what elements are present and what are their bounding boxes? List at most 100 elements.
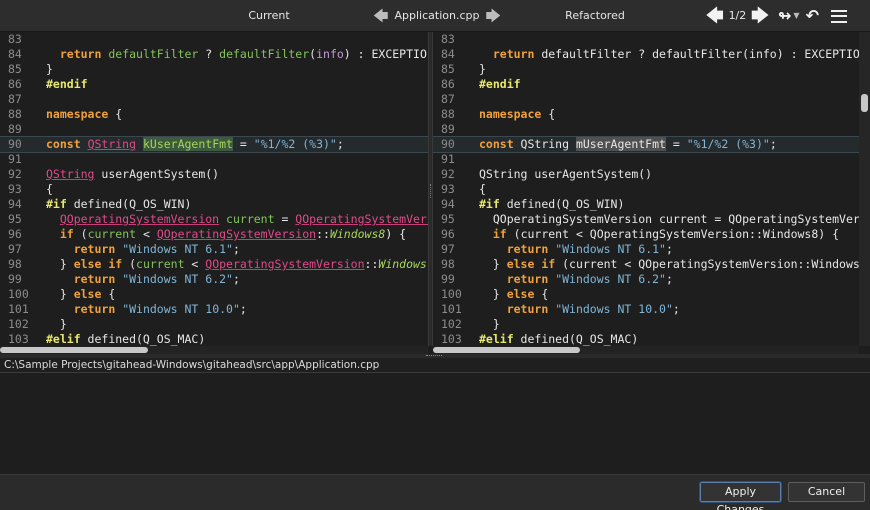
code-line[interactable]: 88 namespace { [433, 107, 860, 122]
vertical-scroll-thumb[interactable] [861, 94, 868, 112]
line-number: 103 [8, 332, 29, 346]
line-number: 90 [441, 137, 455, 151]
code-line[interactable]: 103 #elif defined(Q_OS_MAC) [0, 332, 428, 346]
code-line[interactable]: 100 } else { [433, 287, 860, 302]
code-line[interactable]: 83 [0, 32, 428, 47]
line-number: 96 [8, 227, 22, 241]
refactored-label: Refactored [565, 9, 625, 22]
line-number: 102 [8, 317, 29, 331]
splitter-grip[interactable] [430, 184, 431, 198]
next-change-icon[interactable]: 🡆 [751, 0, 769, 32]
code-line[interactable]: 97 return "Windows NT 6.1"; [0, 242, 428, 257]
code-token: ( [73, 227, 88, 241]
code-token: < [184, 257, 206, 271]
arrow-left-icon[interactable]: 🡄 [373, 0, 389, 32]
line-number: 91 [8, 152, 22, 166]
code-line[interactable]: 92 QString userAgentSystem() [433, 167, 860, 182]
code-line[interactable]: 87 [433, 92, 860, 107]
code-token: = [274, 212, 296, 226]
code-line[interactable]: 86 #endif [433, 77, 860, 92]
previous-change-icon[interactable]: 🡄 [706, 0, 724, 32]
refactored-editor[interactable]: 83 84 return defaultFilter ? defaultFilte… [433, 32, 860, 346]
left-horizontal-scrollbar[interactable] [0, 346, 428, 354]
current-editor[interactable]: 83 84 return defaultFilter ? defaultFilte… [0, 32, 428, 346]
code-line[interactable]: 88 namespace { [0, 107, 428, 122]
code-text: const QString kUserAgentFmt = "%1/%2 (%3… [36, 137, 344, 152]
code-line[interactable]: 102 } [0, 317, 428, 332]
code-line[interactable]: 93 { [433, 182, 860, 197]
code-token: } [46, 62, 53, 76]
code-line[interactable]: 91 [433, 152, 860, 167]
code-line[interactable]: 101 return "Windows NT 10.0"; [433, 302, 860, 317]
current-label: Current [248, 9, 290, 22]
line-number: 99 [441, 272, 455, 286]
line-number: 97 [8, 242, 22, 256]
cancel-button[interactable]: Cancel [788, 482, 865, 502]
code-line[interactable]: 91 [0, 152, 428, 167]
code-text: if (current < QOperatingSystemVersion::W… [469, 227, 839, 242]
code-token: return [73, 302, 116, 316]
code-line[interactable]: 99 return "Windows NT 6.2"; [433, 272, 860, 287]
code-line[interactable]: 96 if (current < QOperatingSystemVersion… [0, 227, 428, 242]
line-number: 101 [8, 302, 29, 316]
merge-arrows-icon[interactable]: ↬ [778, 0, 791, 32]
left-scroll-thumb[interactable] [0, 347, 148, 353]
code-line[interactable]: 98 } else if (current < QOperatingSystem… [433, 257, 860, 272]
chevron-down-icon[interactable]: ▼ [793, 0, 799, 32]
code-line[interactable]: 94 #if defined(Q_OS_WIN) [0, 197, 428, 212]
code-token: kUserAgentFmt [142, 137, 233, 151]
code-line[interactable]: 84 return defaultFilter ? defaultFilter(… [0, 47, 428, 62]
arrow-right-icon[interactable]: 🡆 [485, 0, 501, 32]
code-line[interactable]: 95 QOperatingSystemVersion current = QOp… [433, 212, 860, 227]
code-line[interactable]: 95 QOperatingSystemVersion current = QOp… [0, 212, 428, 227]
code-line[interactable]: 89 [433, 122, 860, 137]
code-line[interactable]: 85} [433, 62, 860, 77]
line-number: 95 [441, 212, 455, 226]
line-number: 95 [8, 212, 22, 226]
code-line[interactable]: 86 #endif [0, 77, 428, 92]
code-line[interactable]: 101 return "Windows NT 10.0"; [0, 302, 428, 317]
line-number: 94 [441, 197, 455, 211]
code-token: < [136, 227, 157, 241]
code-token: ; [232, 272, 240, 286]
code-text: return "Windows NT 6.1"; [36, 242, 240, 257]
code-line[interactable]: 85} [0, 62, 428, 77]
code-line[interactable]: 100 } else { [0, 287, 428, 302]
code-token: defined(Q_OS_MAC) [80, 332, 206, 346]
code-line[interactable]: 92 QString userAgentSystem() [0, 167, 428, 182]
code-line[interactable]: 98 } else if (current < QOperatingSystem… [0, 257, 428, 272]
code-line[interactable]: 96 if (current < QOperatingSystemVersion… [433, 227, 860, 242]
undo-icon[interactable]: ↶ [806, 0, 819, 32]
code-token: "Windows NT 6.2" [122, 272, 233, 286]
horizontal-splitter-grip[interactable] [426, 355, 442, 356]
code-token: Windows [378, 257, 427, 271]
code-line[interactable]: 97 return "Windows NT 6.1"; [433, 242, 860, 257]
apply-changes-button[interactable]: Apply Changes [699, 481, 782, 510]
code-token: (current < QOperatingSystemVersion::Wind… [555, 257, 860, 271]
code-token: defaultFilter [108, 47, 199, 61]
hamburger-menu-icon[interactable] [830, 9, 847, 23]
code-line[interactable]: 93 { [0, 182, 428, 197]
code-text: return defaultFilter ? defaultFilter(inf… [36, 47, 427, 62]
code-token: QOperatingSystemVersion [156, 227, 317, 241]
code-line[interactable]: 102 } [433, 317, 860, 332]
code-token: else [506, 287, 535, 301]
code-line[interactable]: 90 const QString kUserAgentFmt = "%1/%2 (… [0, 136, 428, 153]
right-horizontal-scrollbar[interactable] [433, 346, 859, 354]
line-number: 83 [441, 32, 455, 46]
code-line[interactable]: 89 [0, 122, 428, 137]
code-line[interactable]: 87 [0, 92, 428, 107]
code-line[interactable]: 103 #elif defined(Q_OS_MAC) [433, 332, 860, 346]
code-line[interactable]: 99 return "Windows NT 6.2"; [0, 272, 428, 287]
code-line[interactable]: 94 #if defined(Q_OS_WIN) [433, 197, 860, 212]
code-line[interactable]: 90 const QString mUserAgentFmt = "%1/%2 (… [433, 136, 860, 153]
toolbar-actions: ↬ ▼ ↶ [778, 0, 847, 32]
code-line[interactable]: 84 return defaultFilter ? defaultFilter(… [433, 47, 860, 62]
right-scroll-thumb[interactable] [433, 347, 580, 353]
vertical-scrollbar[interactable] [859, 32, 870, 346]
code-line[interactable]: 83 [433, 32, 860, 47]
code-text: } else { [36, 287, 115, 302]
line-number: 90 [8, 137, 22, 151]
